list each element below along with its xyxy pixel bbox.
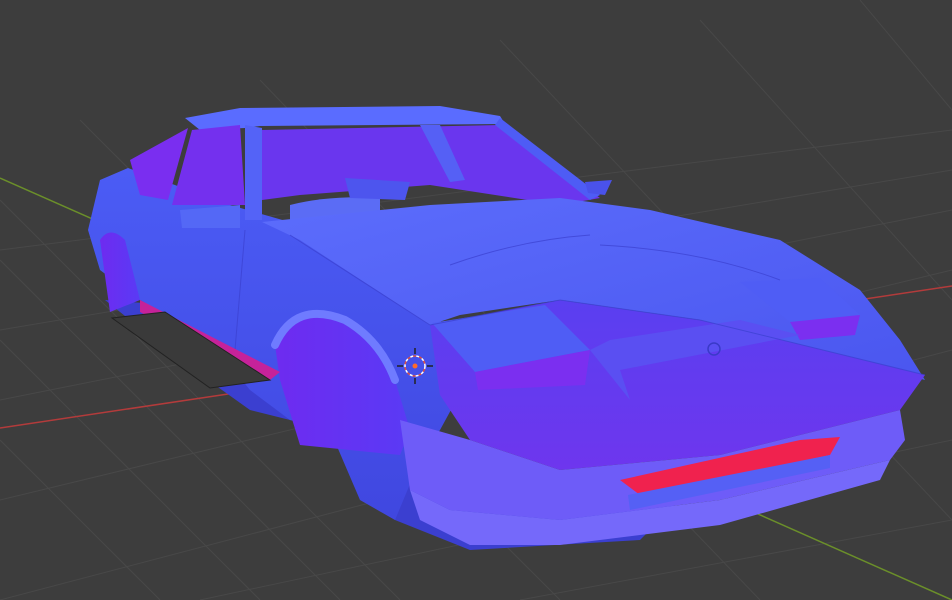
- 3d-viewport[interactable]: [0, 0, 952, 600]
- viewport-canvas[interactable]: [0, 0, 952, 600]
- car-body-mesh[interactable]: [88, 106, 926, 550]
